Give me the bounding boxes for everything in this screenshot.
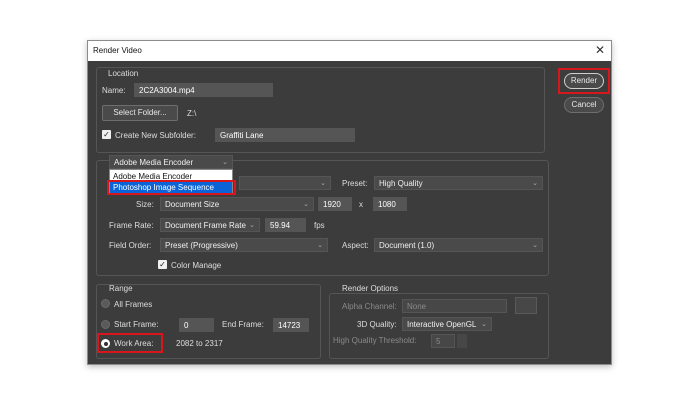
start-frame-field[interactable]: 0 <box>179 318 214 332</box>
title-bar: Render Video ✕ <box>88 41 611 61</box>
field-order-select[interactable]: Preset (Progressive) ⌄ <box>160 238 328 252</box>
aspect-select[interactable]: Document (1.0) ⌄ <box>374 238 543 252</box>
alpha-color-swatch <box>515 297 537 314</box>
photoshop-sequence-highlight <box>107 180 236 195</box>
height-field[interactable]: 1080 <box>373 197 407 211</box>
hq-threshold-stepper <box>457 334 467 348</box>
format-select[interactable]: ⌄ <box>239 176 331 190</box>
start-frame-radio[interactable] <box>101 320 110 329</box>
range-group-label: Range <box>109 284 133 293</box>
frame-rate-select[interactable]: Document Frame Rate ⌄ <box>160 218 260 232</box>
preset-select[interactable]: High Quality ⌄ <box>374 176 543 190</box>
all-frames-label: All Frames <box>114 300 153 309</box>
preset-label: Preset: <box>342 179 368 188</box>
3d-quality-value: Interactive OpenGL <box>407 320 477 329</box>
chevron-down-icon: ⌄ <box>317 242 323 249</box>
location-group-label: Location <box>108 69 139 78</box>
work-area-highlight <box>97 333 163 353</box>
fps-field[interactable]: 59.94 <box>265 218 306 232</box>
chevron-down-icon: ⌄ <box>532 180 538 187</box>
frame-rate-label: Frame Rate: <box>109 221 154 230</box>
alpha-channel-field: None <box>402 299 507 313</box>
work-area-value: 2082 to 2317 <box>176 339 223 348</box>
size-value: Document Size <box>165 200 220 209</box>
chevron-down-icon: ⌄ <box>481 321 487 328</box>
3d-quality-select[interactable]: Interactive OpenGL ⌄ <box>402 317 492 331</box>
field-order-label: Field Order: <box>109 241 152 250</box>
color-manage-checkbox[interactable]: ✓ <box>158 260 167 269</box>
chevron-down-icon: ⌄ <box>320 180 326 187</box>
preset-value: High Quality <box>379 179 423 188</box>
select-folder-button[interactable]: Select Folder... <box>102 105 178 121</box>
chevron-down-icon: ⌄ <box>303 201 309 208</box>
aspect-value: Document (1.0) <box>379 241 435 250</box>
name-label: Name: <box>102 86 126 95</box>
width-field[interactable]: 1920 <box>318 197 352 211</box>
end-frame-label: End Frame: <box>222 320 264 329</box>
3d-quality-label: 3D Quality: <box>357 320 397 329</box>
render-video-dialog: Render Video ✕ Location Name: 2C2A3004.m… <box>87 40 612 365</box>
size-label: Size: <box>136 200 154 209</box>
folder-path: Z:\ <box>187 109 197 118</box>
size-x-label: x <box>359 200 363 209</box>
aspect-label: Aspect: <box>342 241 369 250</box>
chevron-down-icon: ⌄ <box>222 159 228 166</box>
color-manage-label: Color Manage <box>171 261 222 270</box>
close-icon[interactable]: ✕ <box>595 43 605 57</box>
chevron-down-icon: ⌄ <box>249 222 255 229</box>
size-select[interactable]: Document Size ⌄ <box>160 197 314 211</box>
subfolder-name-field[interactable]: Graffiti Lane <box>215 128 355 142</box>
render-button-highlight <box>558 68 610 94</box>
dialog-title: Render Video <box>93 46 142 55</box>
encoder-select[interactable]: Adobe Media Encoder ⌄ <box>109 155 233 169</box>
chevron-down-icon: ⌄ <box>532 242 538 249</box>
cancel-button[interactable]: Cancel <box>564 97 604 113</box>
hq-threshold-field: 5 <box>431 334 455 348</box>
create-subfolder-checkbox[interactable]: ✓ <box>102 130 111 139</box>
all-frames-radio[interactable] <box>101 299 110 308</box>
start-frame-label: Start Frame: <box>114 320 159 329</box>
fps-label: fps <box>314 221 325 230</box>
frame-rate-value: Document Frame Rate <box>165 221 246 230</box>
create-subfolder-label: Create New Subfolder: <box>115 131 196 140</box>
encoder-select-value: Adobe Media Encoder <box>114 158 194 167</box>
field-order-value: Preset (Progressive) <box>165 241 238 250</box>
hq-threshold-label: High Quality Threshold: <box>333 336 417 345</box>
end-frame-field[interactable]: 14723 <box>273 318 309 332</box>
name-field[interactable]: 2C2A3004.mp4 <box>134 83 273 97</box>
alpha-channel-label: Alpha Channel: <box>342 302 397 311</box>
render-options-group-label: Render Options <box>342 284 399 293</box>
